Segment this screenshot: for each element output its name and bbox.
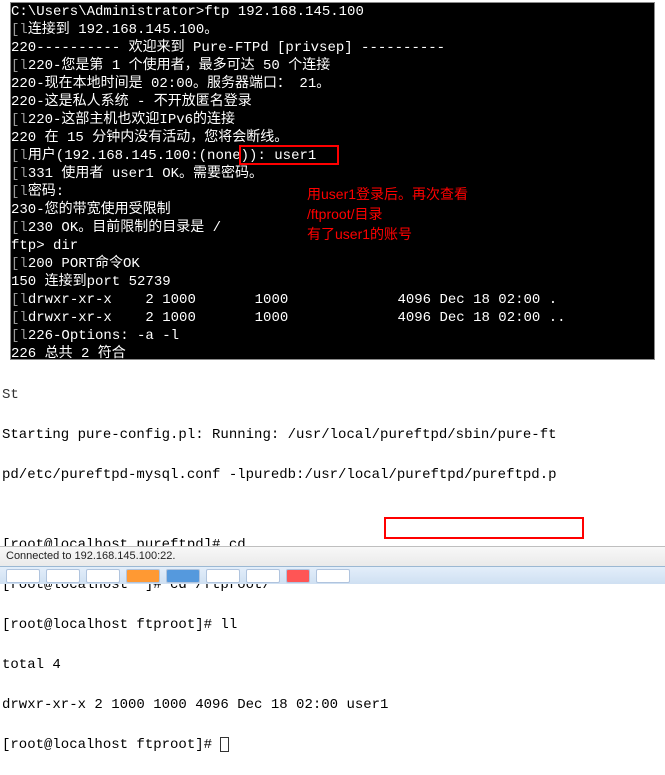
time-line: 220-现在本地时间是 02:00。服务器端口： 21。 bbox=[11, 75, 654, 93]
private-line: 220-这是私人系统 - 不开放匿名登录 bbox=[11, 93, 654, 111]
conf-line: pd/etc/pureftpd-mysql.conf -lpuredb:/usr… bbox=[2, 465, 665, 485]
l150: 150 连接到port 52739 bbox=[11, 273, 654, 291]
taskbar-button[interactable] bbox=[126, 569, 160, 583]
prompt-ll[interactable]: [root@localhost ftproot]# ll bbox=[2, 615, 665, 635]
taskbar-button[interactable] bbox=[86, 569, 120, 583]
start-line: Starting pure-config.pl: Running: /usr/l… bbox=[2, 425, 665, 445]
annotation-line2: /ftproot/目录 bbox=[307, 204, 382, 224]
ftp-command-window: C:\Users\Administrator>ftp 192.168.145.1… bbox=[10, 2, 655, 360]
taskbar-button[interactable] bbox=[166, 569, 200, 583]
status-text: Connected to 192.168.145.100:22. bbox=[6, 550, 175, 562]
marker: [l bbox=[11, 22, 28, 38]
ls-entry: drwxr-xr-x 2 1000 1000 4096 Dec 18 02:00… bbox=[2, 695, 665, 715]
taskbar[interactable] bbox=[0, 566, 665, 584]
user-prompt: 用户(192.168.145.100:(none)): bbox=[28, 148, 266, 164]
taskbar-button[interactable] bbox=[246, 569, 280, 583]
taskbar-button[interactable] bbox=[206, 569, 240, 583]
taskbar-button[interactable] bbox=[316, 569, 350, 583]
st-prefix: St bbox=[2, 385, 665, 405]
cursor bbox=[220, 737, 229, 752]
l200: 200 PORT命令OK bbox=[28, 256, 140, 272]
status-bar: Connected to 192.168.145.100:22. bbox=[0, 546, 665, 566]
prompt-current[interactable]: [root@localhost ftproot]# bbox=[2, 737, 220, 753]
conn-line: 连接到 192.168.145.100。 bbox=[28, 22, 218, 38]
l331: 331 使用者 user1 OK。需要密码。 bbox=[28, 166, 263, 182]
dir-entry-1: drwxr-xr-x 2 1000 1000 4096 Dec 18 02:00… bbox=[28, 292, 557, 308]
highlight-user-box bbox=[239, 145, 339, 165]
taskbar-button[interactable] bbox=[286, 569, 310, 583]
users-line: 220-您是第 1 个使用者，最多可达 50 个连接 bbox=[28, 58, 330, 74]
annotation-line3: 有了user1的账号 bbox=[307, 224, 412, 244]
total-line: total 4 bbox=[2, 655, 665, 675]
pass-line: 密码: bbox=[28, 184, 64, 200]
welcome-line: 220---------- 欢迎来到 Pure-FTPd [privsep] -… bbox=[11, 39, 654, 57]
taskbar-button[interactable] bbox=[6, 569, 40, 583]
annotation-line1: 用user1登录后。再次查看 bbox=[307, 184, 468, 204]
taskbar-button[interactable] bbox=[46, 569, 80, 583]
cmd-line: C:\Users\Administrator>ftp 192.168.145.1… bbox=[11, 3, 654, 21]
l230b: 230 OK。目前限制的目录是 / bbox=[28, 220, 221, 236]
ipv6-line: 220-这部主机也欢迎IPv6的连接 bbox=[28, 112, 235, 128]
highlight-dir-box bbox=[384, 517, 584, 539]
l226a: 226-Options: -a -l bbox=[28, 328, 179, 344]
l226b: 226 总共 2 符合 bbox=[11, 345, 654, 360]
dir-entry-2: drwxr-xr-x 2 1000 1000 4096 Dec 18 02:00… bbox=[28, 310, 566, 326]
